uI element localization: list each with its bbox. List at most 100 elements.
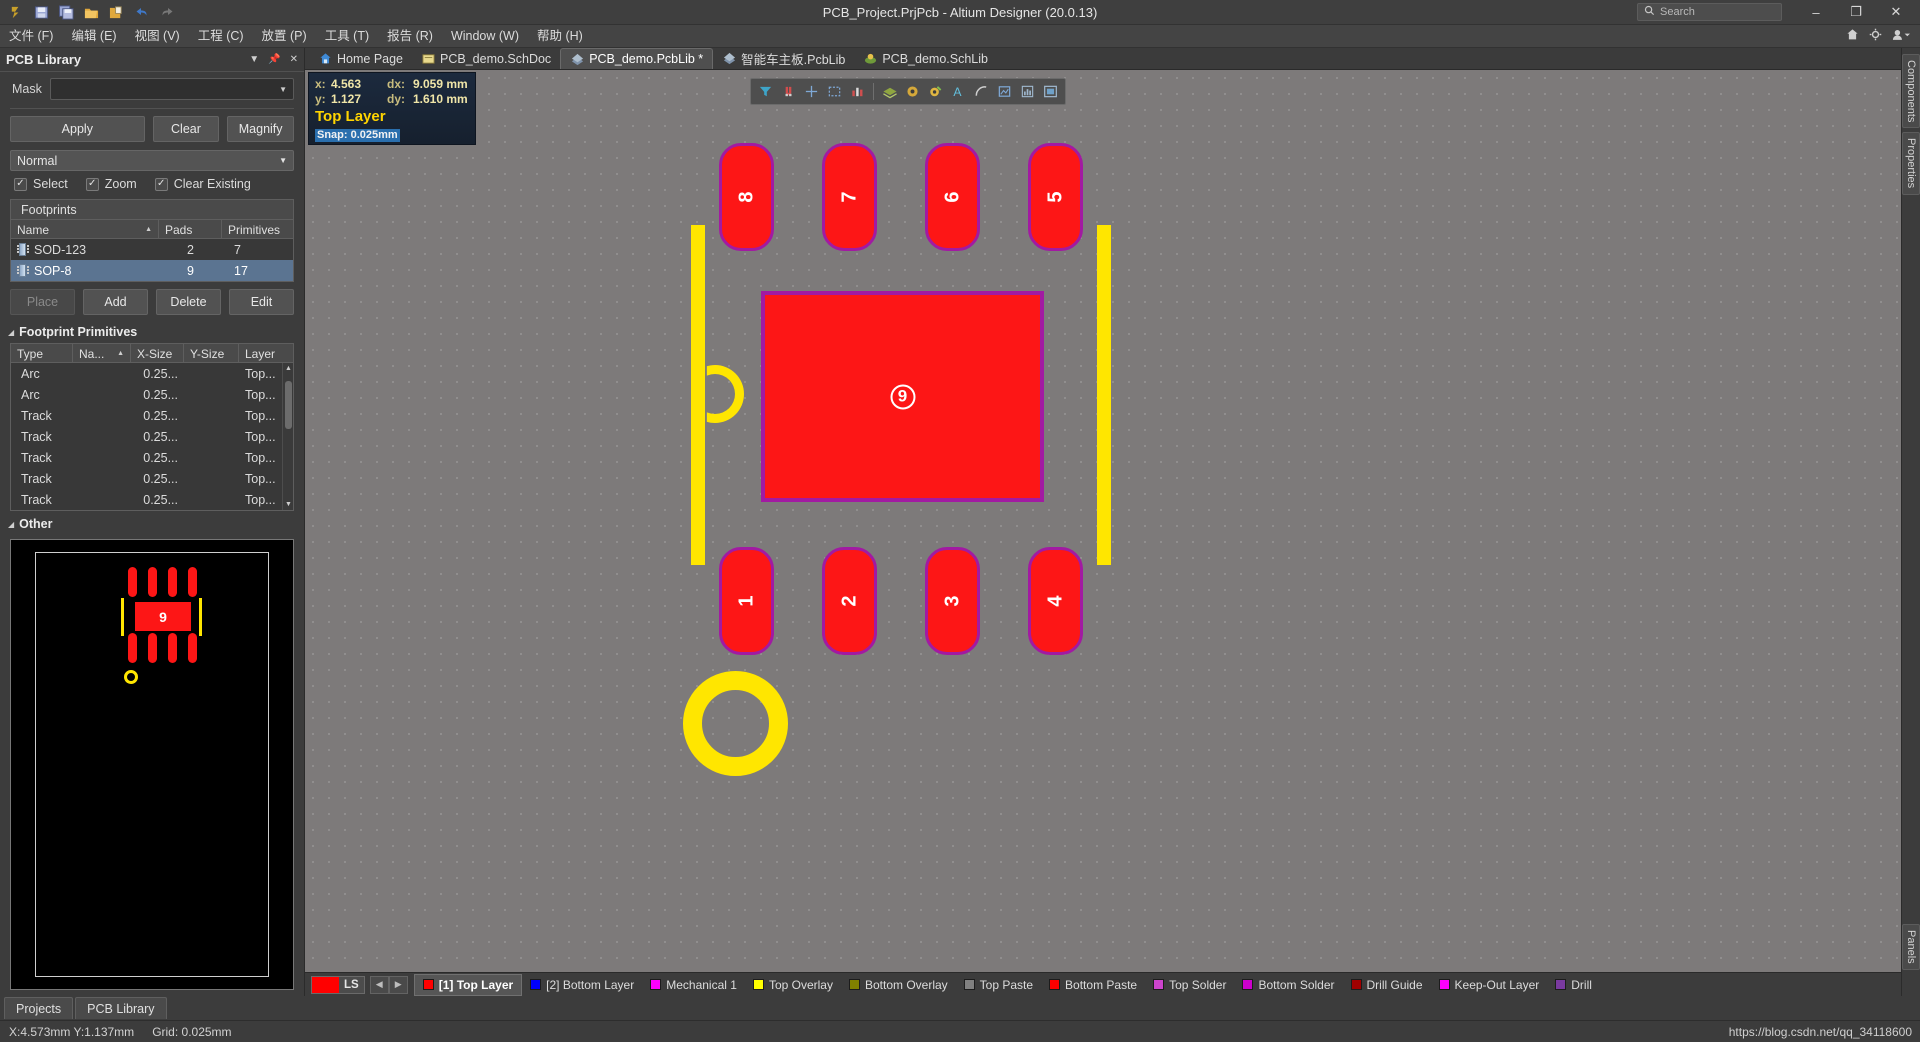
layer-tab-bottom-solder[interactable]: Bottom Solder	[1234, 974, 1342, 996]
table-row[interactable]: Track 0.25... Top...	[11, 426, 293, 447]
layer-tab-1-top-layer[interactable]: [1] Top Layer	[413, 973, 523, 996]
pad-5[interactable]: 5	[1028, 143, 1083, 251]
tab-pcb-demo-schdoc[interactable]: PCB_demo.SchDoc	[412, 48, 560, 69]
mask-input[interactable]: ▼	[49, 78, 294, 100]
add-button[interactable]: Add	[83, 289, 148, 315]
footprint-primitives-section-header[interactable]: ◢ Footprint Primitives	[0, 319, 304, 343]
checkbox-select[interactable]: ✓ Select	[14, 177, 68, 191]
table-row[interactable]: Arc 0.25... Top...	[11, 363, 293, 384]
undo-icon[interactable]	[133, 4, 150, 21]
chart-icon[interactable]	[1017, 81, 1038, 102]
footprints-col-primitives[interactable]: Primitives	[222, 220, 293, 239]
via-icon[interactable]	[902, 81, 923, 102]
primitives-col-ysize[interactable]: Y-Size	[184, 344, 239, 363]
bottom-tab-pcb-library[interactable]: PCB Library	[75, 997, 167, 1019]
crosshair-icon[interactable]	[801, 81, 822, 102]
other-section-header[interactable]: ◢ Other	[0, 511, 304, 535]
layer-tab-bottom-overlay[interactable]: Bottom Overlay	[841, 974, 956, 996]
footprint-preview[interactable]: 9	[10, 539, 294, 990]
layer-prev-button[interactable]: ◀	[369, 975, 389, 994]
chevron-down-icon[interactable]: ▼	[249, 54, 259, 65]
checkbox-clear-existing[interactable]: ✓ Clear Existing	[154, 177, 251, 191]
layer-tab-mechanical-1[interactable]: Mechanical 1	[642, 974, 745, 996]
magnify-button[interactable]: Magnify	[227, 116, 294, 142]
silkscreen-left-line[interactable]	[691, 225, 705, 565]
gear-icon[interactable]	[1869, 28, 1882, 44]
table-row[interactable]: SOD-123 2 7	[11, 239, 293, 260]
maximize-button[interactable]: ❐	[1836, 0, 1876, 25]
layer-stack-icon[interactable]	[879, 81, 900, 102]
layer-tab-2-bottom-layer[interactable]: [2] Bottom Layer	[522, 974, 642, 996]
layer-tab-top-solder[interactable]: Top Solder	[1145, 974, 1234, 996]
measure-icon[interactable]	[847, 81, 868, 102]
checkbox-clear-existing-box[interactable]: ✓	[154, 177, 168, 191]
pad-icon[interactable]	[925, 81, 946, 102]
collapse-triangle-icon[interactable]: ◢	[8, 328, 14, 337]
edit-button[interactable]: Edit	[229, 289, 294, 315]
select-area-icon[interactable]	[824, 81, 845, 102]
pad-3[interactable]: 3	[925, 547, 980, 655]
polygon-icon[interactable]	[994, 81, 1015, 102]
apply-button[interactable]: Apply	[10, 116, 145, 142]
menu-window[interactable]: Window (W)	[442, 25, 528, 48]
table-row[interactable]: SOP-8 9 17	[11, 260, 293, 281]
table-row[interactable]: Track 0.25... Top...	[11, 447, 293, 468]
home-icon[interactable]	[1846, 28, 1859, 44]
menu-project[interactable]: 工程 (C)	[189, 25, 253, 48]
menu-reports[interactable]: 报告 (R)	[378, 25, 442, 48]
layer-tab-keep-out-layer[interactable]: Keep-Out Layer	[1431, 974, 1548, 996]
chevron-down-icon[interactable]: ▼	[279, 85, 287, 94]
table-row[interactable]: Arc 0.25... Top...	[11, 384, 293, 405]
open-project-icon[interactable]	[108, 4, 125, 21]
collapse-triangle-icon[interactable]: ◢	[8, 520, 14, 529]
pad-9-center[interactable]: 9	[761, 291, 1044, 502]
menu-view[interactable]: 视图 (V)	[126, 25, 189, 48]
mask-mode-select[interactable]: Normal ▼	[10, 150, 294, 171]
minimize-button[interactable]: –	[1796, 0, 1836, 25]
primitives-col-type[interactable]: Type	[11, 344, 73, 363]
rail-item-components[interactable]: Components	[1902, 54, 1920, 129]
pad-8[interactable]: 8	[719, 143, 774, 251]
pad-2[interactable]: 2	[822, 547, 877, 655]
scrollbar-thumb[interactable]	[285, 381, 292, 429]
arc-icon[interactable]	[971, 81, 992, 102]
tab-pcb-demo-schlib[interactable]: PCB_demo.SchLib	[854, 48, 997, 69]
primitives-scrollbar[interactable]: ▲ ▼	[282, 363, 293, 510]
menu-edit[interactable]: 编辑 (E)	[62, 25, 125, 48]
pad-1[interactable]: 1	[719, 547, 774, 655]
rail-item-panels[interactable]: Panels	[1902, 924, 1920, 970]
layer-next-button[interactable]: ▶	[388, 975, 408, 994]
chevron-down-icon[interactable]: ▼	[279, 156, 287, 165]
layer-tab-bottom-paste[interactable]: Bottom Paste	[1041, 974, 1145, 996]
tab-zhinengche-pcblib[interactable]: 智能车主板.PcbLib	[713, 48, 854, 69]
menu-tools[interactable]: 工具 (T)	[316, 25, 378, 48]
save-icon[interactable]	[33, 4, 50, 21]
bottom-tab-projects[interactable]: Projects	[4, 997, 74, 1019]
silkscreen-big-circle[interactable]	[683, 671, 788, 776]
clear-button[interactable]: Clear	[152, 116, 220, 142]
pad-4[interactable]: 4	[1028, 547, 1083, 655]
board-icon[interactable]	[1040, 81, 1061, 102]
pad-7[interactable]: 7	[822, 143, 877, 251]
table-row[interactable]: Track 0.25... Top...	[11, 468, 293, 489]
menu-help[interactable]: 帮助 (H)	[528, 25, 592, 48]
text-icon[interactable]: A	[948, 81, 969, 102]
rail-item-properties[interactable]: Properties	[1902, 132, 1920, 195]
table-row[interactable]: Track 0.25... Top...	[11, 489, 293, 510]
altium-logo-icon[interactable]	[8, 4, 25, 21]
pcb-editor-canvas[interactable]: x: 4.563 dx: 9.059 mm y: 1.127 dy: 1.610…	[305, 70, 1901, 972]
place-button[interactable]: Place	[10, 289, 75, 315]
search-input[interactable]: Search	[1637, 3, 1782, 21]
scroll-down-icon[interactable]: ▼	[283, 499, 293, 510]
silkscreen-right-line[interactable]	[1097, 225, 1111, 565]
filter-icon[interactable]	[755, 81, 776, 102]
pad-6[interactable]: 6	[925, 143, 980, 251]
checkbox-zoom[interactable]: ✓ Zoom	[85, 177, 137, 191]
save-all-icon[interactable]	[58, 4, 75, 21]
primitives-col-name[interactable]: Na... ▲	[73, 344, 131, 363]
tab-home-page[interactable]: Home Page	[309, 48, 412, 69]
menu-file[interactable]: 文件 (F)	[0, 25, 62, 48]
table-row[interactable]: Track 0.25... Top...	[11, 405, 293, 426]
magnet-snap-icon[interactable]	[778, 81, 799, 102]
open-folder-icon[interactable]	[83, 4, 100, 21]
